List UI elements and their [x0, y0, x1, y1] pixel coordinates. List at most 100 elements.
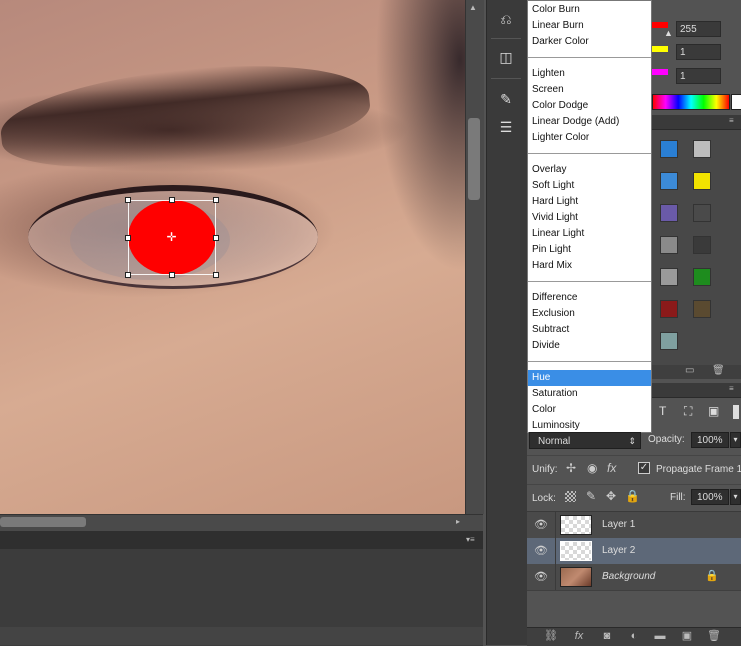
lock-transparency-icon[interactable] — [565, 491, 576, 502]
layer-name[interactable]: Layer 1 — [602, 519, 635, 530]
style-swatch[interactable] — [693, 140, 711, 158]
transform-handle[interactable] — [213, 235, 219, 241]
transform-handle[interactable] — [169, 272, 175, 278]
type-filter-icon[interactable]: T — [659, 404, 666, 418]
blend-mode-option[interactable]: Overlay — [528, 162, 651, 178]
layer-name[interactable]: Background — [602, 571, 655, 582]
layer-row[interactable]: 👁 Background 🔒 — [527, 564, 741, 591]
blend-mode-option[interactable]: Color Burn — [528, 2, 651, 18]
style-swatch[interactable] — [660, 140, 678, 158]
blend-mode-option[interactable]: Vivid Light — [528, 210, 651, 226]
layer-row[interactable]: 👁 Layer 1 — [527, 512, 741, 539]
brush-preset-icon[interactable]: ✎ — [494, 88, 518, 110]
style-swatch[interactable] — [660, 268, 678, 286]
horizontal-scroll-thumb[interactable] — [0, 517, 86, 527]
new-style-icon[interactable]: ▭ — [685, 365, 694, 376]
unify-style-icon[interactable]: fx — [607, 461, 616, 475]
blend-mode-option[interactable]: Hard Light — [528, 194, 651, 210]
blend-mode-option[interactable]: Darker Color — [528, 34, 651, 50]
blend-mode-option[interactable]: Subtract — [528, 322, 651, 338]
color-value-2[interactable]: 1 — [676, 44, 721, 60]
blend-mode-dropdown-menu[interactable]: Color Burn Linear Burn Darker Color Ligh… — [527, 0, 652, 433]
fill-field[interactable]: 100% — [691, 489, 729, 505]
vertical-scroll-thumb[interactable] — [468, 118, 480, 200]
blend-mode-option[interactable]: Lighten — [528, 66, 651, 82]
transform-handle[interactable] — [213, 197, 219, 203]
fill-label: Fill: — [670, 492, 686, 503]
blend-mode-option[interactable]: Hard Mix — [528, 258, 651, 274]
layer-row-selected[interactable]: 👁 Layer 2 — [527, 538, 741, 565]
visibility-eye-icon[interactable]: 👁 — [533, 517, 549, 533]
style-swatch[interactable] — [660, 332, 678, 350]
blend-mode-option-selected[interactable]: Hue — [528, 370, 651, 386]
blend-mode-select[interactable]: Normal ⇕ — [529, 432, 641, 449]
propagate-checkbox[interactable]: ✓ — [638, 462, 650, 474]
transform-handle[interactable] — [213, 272, 219, 278]
new-layer-icon[interactable]: ▣ — [679, 629, 695, 643]
visibility-eye-icon[interactable]: 👁 — [533, 569, 549, 585]
history-icon[interactable]: ⎌ — [494, 8, 518, 30]
style-swatch[interactable] — [693, 300, 711, 318]
vertical-scrollbar[interactable] — [465, 0, 484, 514]
transform-center-icon[interactable]: ✛ — [165, 231, 178, 244]
transform-handle[interactable] — [125, 197, 131, 203]
lock-position-icon[interactable]: ✥ — [606, 489, 616, 503]
blend-mode-option[interactable]: Exclusion — [528, 306, 651, 322]
blend-mode-option[interactable]: Linear Dodge (Add) — [528, 114, 651, 130]
document-canvas[interactable]: ✛ — [0, 0, 465, 514]
fill-dropdown-arrow-icon[interactable]: ▾ — [730, 489, 741, 505]
unify-position-icon[interactable]: ✢ — [566, 461, 576, 475]
adjust-icon[interactable]: ☰ — [494, 116, 518, 138]
blend-mode-option[interactable]: Pin Light — [528, 242, 651, 258]
trash-icon[interactable]: 🗑 — [712, 365, 725, 376]
scroll-right-arrow-icon[interactable]: ▸ — [456, 517, 466, 527]
style-swatch[interactable] — [693, 204, 711, 222]
3d-icon[interactable]: ◫ — [494, 46, 518, 68]
color-value-1[interactable]: 255 — [676, 21, 721, 37]
style-swatch[interactable] — [660, 300, 678, 318]
style-swatch[interactable] — [693, 172, 711, 190]
blend-mode-option[interactable]: Divide — [528, 338, 651, 354]
blend-mode-option[interactable]: Linear Light — [528, 226, 651, 242]
style-swatch[interactable] — [660, 204, 678, 222]
filter-toggle[interactable] — [733, 405, 739, 419]
transform-handle[interactable] — [125, 272, 131, 278]
fx-icon[interactable]: fx — [571, 629, 587, 643]
lock-all-icon[interactable]: 🔒 — [625, 489, 640, 503]
color-spectrum-bar[interactable] — [652, 94, 730, 110]
blend-mode-option[interactable]: Saturation — [528, 386, 651, 402]
transform-handle[interactable] — [125, 235, 131, 241]
blend-mode-option[interactable]: Screen — [528, 82, 651, 98]
unify-visibility-icon[interactable]: ◉ — [587, 461, 597, 475]
blend-mode-option[interactable]: Soft Light — [528, 178, 651, 194]
blend-mode-option[interactable]: Color Dodge — [528, 98, 651, 114]
slider-pointer-icon[interactable]: ▲ — [664, 28, 673, 38]
style-swatch[interactable] — [660, 172, 678, 190]
blend-mode-option[interactable]: Color — [528, 402, 651, 418]
scroll-up-arrow-icon[interactable]: ▲ — [469, 3, 479, 13]
opacity-dropdown-arrow-icon[interactable]: ▾ — [730, 432, 741, 448]
trash-icon[interactable]: 🗑 — [706, 629, 722, 643]
blend-mode-option[interactable]: Lighter Color — [528, 130, 651, 146]
style-swatch[interactable] — [660, 236, 678, 254]
shape-filter-icon[interactable]: ⛶ — [684, 404, 692, 419]
folder-icon[interactable]: ▬ — [652, 629, 668, 643]
style-swatch[interactable] — [693, 268, 711, 286]
smart-object-filter-icon[interactable]: ▣ — [708, 404, 719, 418]
transform-handle[interactable] — [169, 197, 175, 203]
panel-menu-icon[interactable]: ▾≡ — [466, 535, 480, 545]
color-value-3[interactable]: 1 — [676, 68, 721, 84]
layer-name[interactable]: Layer 2 — [602, 545, 635, 556]
style-swatch[interactable] — [693, 236, 711, 254]
panel-menu-icon[interactable]: ≡ — [729, 384, 734, 393]
opacity-field[interactable]: 100% — [691, 432, 729, 448]
blend-mode-option[interactable]: Linear Burn — [528, 18, 651, 34]
mask-icon[interactable]: ◙ — [599, 629, 615, 643]
lock-pixels-icon[interactable]: ✎ — [586, 489, 596, 503]
spectrum-white-swatch[interactable] — [731, 94, 741, 110]
panel-menu-icon[interactable]: ≡ — [729, 116, 734, 125]
visibility-eye-icon[interactable]: 👁 — [533, 543, 549, 559]
adjustment-layer-icon[interactable]: ◐ — [626, 629, 642, 643]
link-icon[interactable]: ⛓ — [543, 629, 559, 643]
blend-mode-option[interactable]: Difference — [528, 290, 651, 306]
